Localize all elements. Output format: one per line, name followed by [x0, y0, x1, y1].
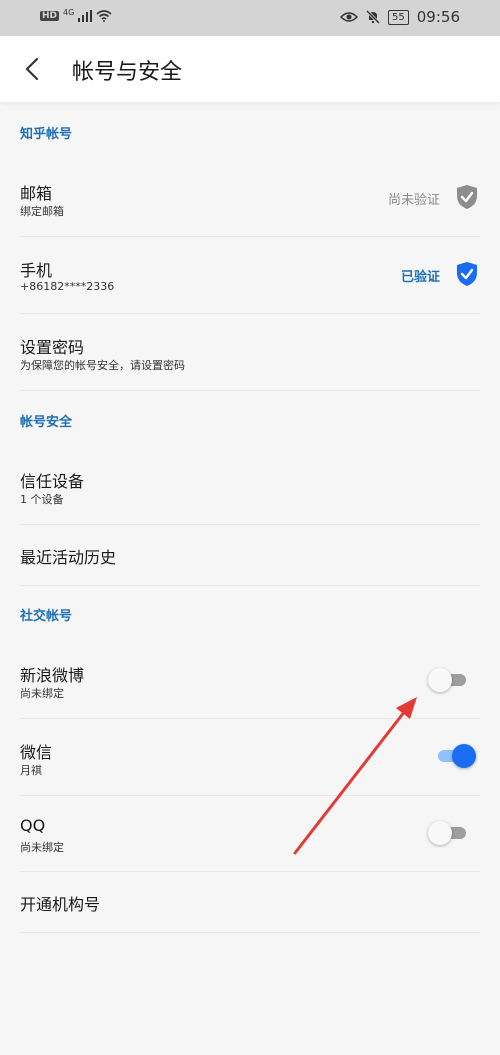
qq-row[interactable]: QQ 尚未绑定: [0, 796, 500, 872]
wechat-row[interactable]: 微信 月祺: [0, 719, 500, 795]
hd-badge: HD: [40, 11, 60, 21]
page-title: 帐号与安全: [72, 60, 183, 85]
chevron-left-icon: [25, 57, 39, 81]
toggle-knob: [428, 821, 452, 845]
qq-title: QQ: [20, 816, 46, 835]
clock: 09:56: [416, 8, 460, 26]
set-password-subtitle: 为保障您的帐号安全，请设置密码: [20, 359, 185, 372]
eye-icon: [340, 12, 359, 22]
weibo-title: 新浪微博: [20, 666, 85, 685]
divider: [20, 585, 480, 586]
weibo-toggle[interactable]: [428, 667, 470, 693]
divider: [20, 932, 480, 933]
trusted-devices-title: 信任设备: [20, 472, 85, 491]
wechat-toggle[interactable]: [434, 743, 476, 769]
phone-title: 手机: [20, 261, 53, 280]
email-status: 尚未验证: [388, 193, 441, 208]
trusted-devices-row[interactable]: 信任设备 1 个设备: [0, 448, 500, 524]
weibo-row[interactable]: 新浪微博 尚未绑定: [0, 642, 500, 718]
wechat-subtitle: 月祺: [20, 764, 42, 777]
shield-verified-icon: [457, 262, 477, 286]
qq-subtitle: 尚未绑定: [20, 841, 64, 854]
toggle-knob: [428, 668, 452, 692]
app-bar: 帐号与安全: [0, 36, 500, 102]
divider: [20, 390, 480, 391]
signal-icon: [78, 10, 93, 22]
weibo-subtitle: 尚未绑定: [20, 687, 64, 700]
recent-activity-title: 最近活动历史: [20, 548, 117, 567]
battery-icon: 55: [388, 9, 409, 25]
org-account-row[interactable]: 开通机构号: [0, 872, 500, 932]
status-bar: HD 4G 55 09:56: [0, 0, 500, 36]
section-header-zhihu-account: 知乎帐号: [20, 127, 73, 142]
email-subtitle: 绑定邮箱: [20, 205, 64, 218]
section-header-account-security: 帐号安全: [20, 415, 73, 430]
email-row[interactable]: 邮箱 绑定邮箱 尚未验证: [0, 160, 500, 236]
shield-unverified-icon: [457, 185, 477, 209]
wechat-title: 微信: [20, 743, 53, 762]
mute-bell-icon: [366, 10, 381, 24]
trusted-devices-subtitle: 1 个设备: [20, 493, 64, 506]
status-bar-right: 55 09:56: [340, 8, 460, 26]
set-password-title: 设置密码: [20, 338, 85, 357]
set-password-row[interactable]: 设置密码 为保障您的帐号安全，请设置密码: [0, 314, 500, 390]
toggle-knob: [452, 744, 476, 768]
org-account-title: 开通机构号: [20, 895, 101, 914]
recent-activity-row[interactable]: 最近活动历史: [0, 525, 500, 585]
email-title: 邮箱: [20, 184, 53, 203]
section-header-social-accounts: 社交帐号: [20, 609, 73, 624]
phone-subtitle: +86182****2336: [20, 280, 115, 293]
phone-row[interactable]: 手机 +86182****2336 已验证: [0, 237, 500, 313]
back-button[interactable]: [18, 54, 48, 84]
wifi-icon: [96, 10, 112, 22]
phone-status: 已验证: [401, 270, 441, 285]
status-bar-left: HD 4G: [40, 7, 112, 22]
qq-toggle[interactable]: [428, 820, 470, 846]
network-type: 4G: [63, 7, 75, 17]
